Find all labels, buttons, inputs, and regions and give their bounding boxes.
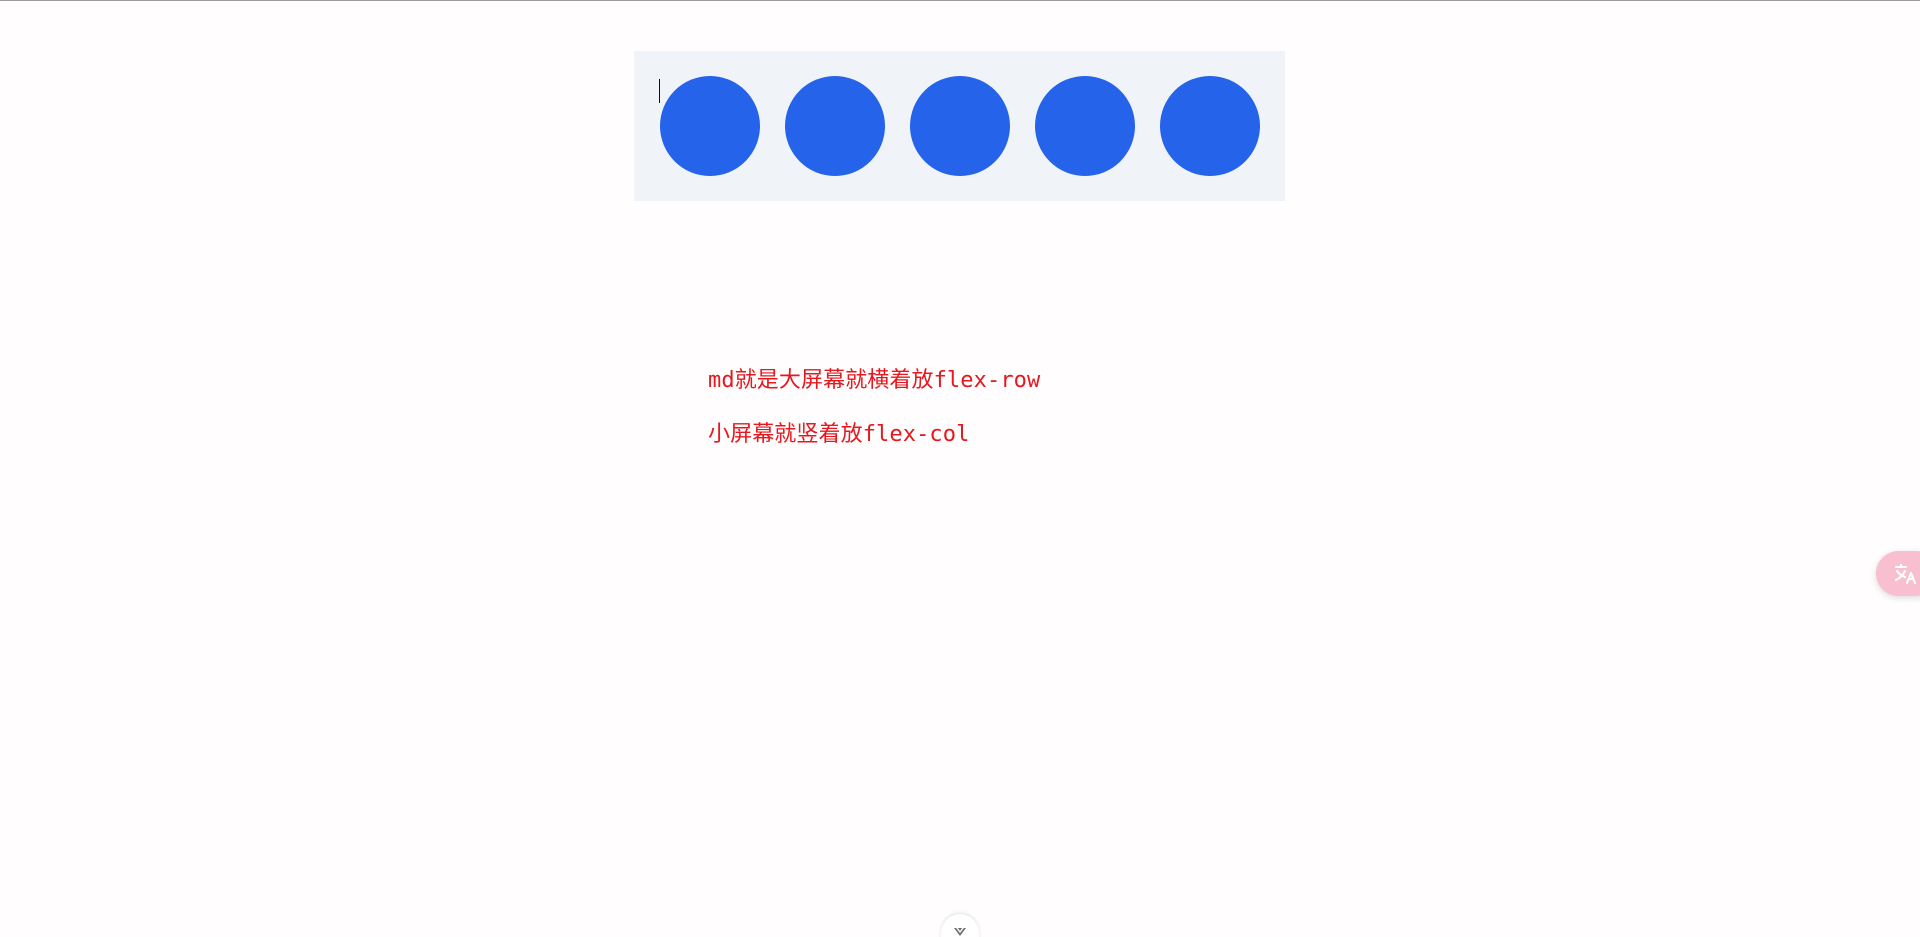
translate-button[interactable] xyxy=(1876,551,1920,596)
blue-circle xyxy=(785,76,885,176)
circle-row xyxy=(660,76,1260,176)
top-divider xyxy=(0,0,1920,1)
blue-circle xyxy=(910,76,1010,176)
flex-demo-panel xyxy=(634,51,1285,201)
browser-page: md就是大屏幕就横着放flex-row 小屏幕就竖着放flex-col xyxy=(0,0,1920,937)
blue-circle xyxy=(1160,76,1260,176)
translate-icon xyxy=(1894,563,1917,585)
note-line-large-screen: md就是大屏幕就横着放flex-row xyxy=(708,368,1041,393)
dock-toggle-button[interactable] xyxy=(941,914,979,937)
chevron-down-icon xyxy=(954,927,966,936)
note-line-small-screen: 小屏幕就竖着放flex-col xyxy=(708,422,970,447)
blue-circle xyxy=(1035,76,1135,176)
flex-direction-note: md就是大屏幕就横着放flex-row 小屏幕就竖着放flex-col xyxy=(708,340,1128,475)
blue-circle xyxy=(660,76,760,176)
